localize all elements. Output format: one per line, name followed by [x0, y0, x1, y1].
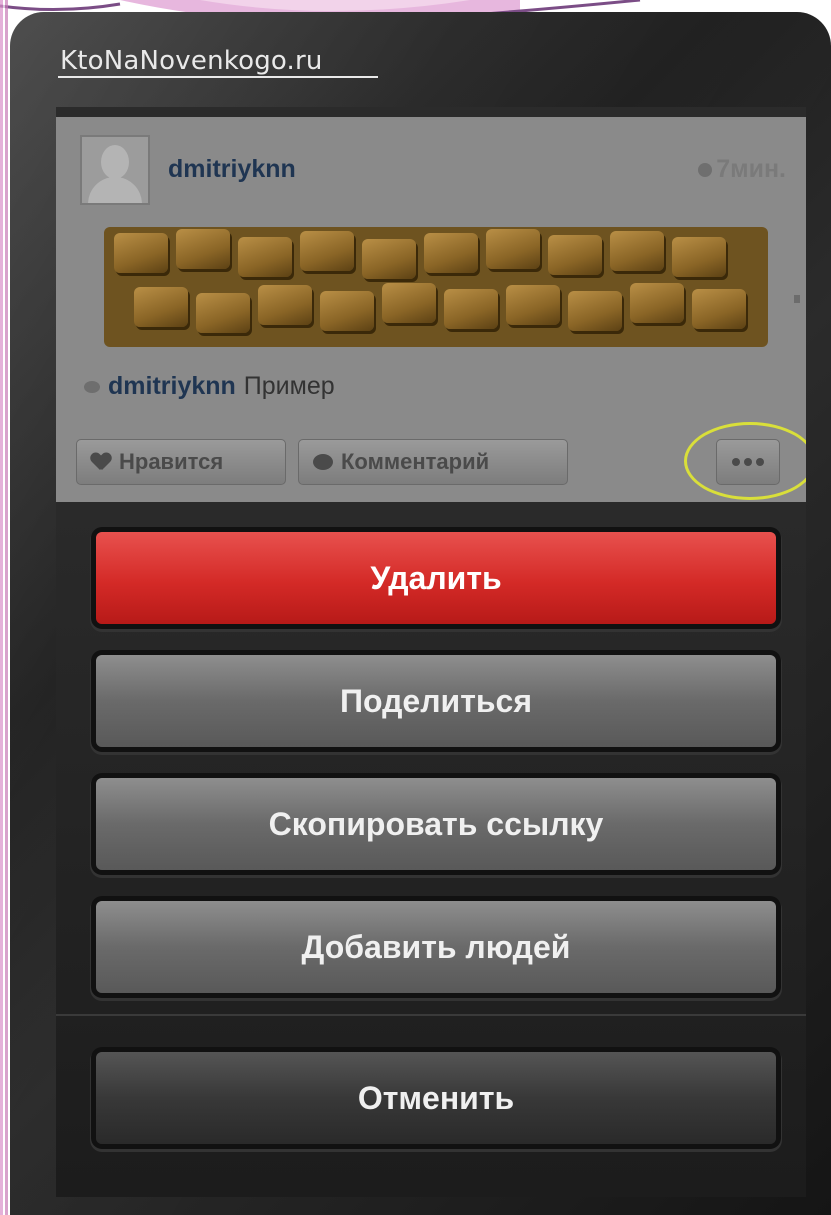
caption-text: Пример [243, 372, 335, 400]
decorative-stripe [0, 0, 8, 1215]
post-card: dmitriyknn 7мин. dmitriyknn Пример Нрави… [56, 117, 806, 502]
like-label: Нравится [119, 449, 224, 474]
post-caption: dmitriyknn Пример [84, 372, 335, 401]
share-button[interactable]: Поделиться [96, 655, 776, 747]
clock-icon [698, 162, 713, 177]
post-photo[interactable] [104, 227, 768, 347]
comment-icon [84, 380, 100, 393]
highlight-annotation [684, 422, 806, 500]
comment-button[interactable]: Комментарий [298, 439, 568, 485]
post-time: 7мин. [698, 155, 786, 184]
like-button[interactable]: Нравится [76, 439, 286, 485]
copy-link-button[interactable]: Скопировать ссылку [96, 778, 776, 870]
status-bar [56, 107, 806, 117]
watermark: KtoNaNovenkogo.ru [60, 46, 323, 76]
phone-frame: KtoNaNovenkogo.ru dmitriyknn 7мин. dmitr… [10, 12, 831, 1215]
cancel-button[interactable]: Отменить [96, 1052, 776, 1144]
post-time-label: 7мин. [716, 155, 786, 183]
heart-icon [91, 453, 111, 471]
watermark-underline [58, 76, 378, 78]
caption-username[interactable]: dmitriyknn [108, 372, 236, 401]
sheet-divider [56, 1014, 806, 1016]
comment-label: Комментарий [341, 449, 490, 474]
post-username[interactable]: dmitriyknn [168, 155, 296, 184]
avatar[interactable] [80, 135, 150, 205]
action-sheet: Удалить Поделиться Скопировать ссылку До… [56, 502, 806, 1197]
add-people-button[interactable]: Добавить людей [96, 901, 776, 993]
phone-screen: dmitriyknn 7мин. dmitriyknn Пример Нрави… [56, 107, 806, 1197]
speech-bubble-icon [313, 454, 333, 470]
delete-button[interactable]: Удалить [96, 532, 776, 624]
